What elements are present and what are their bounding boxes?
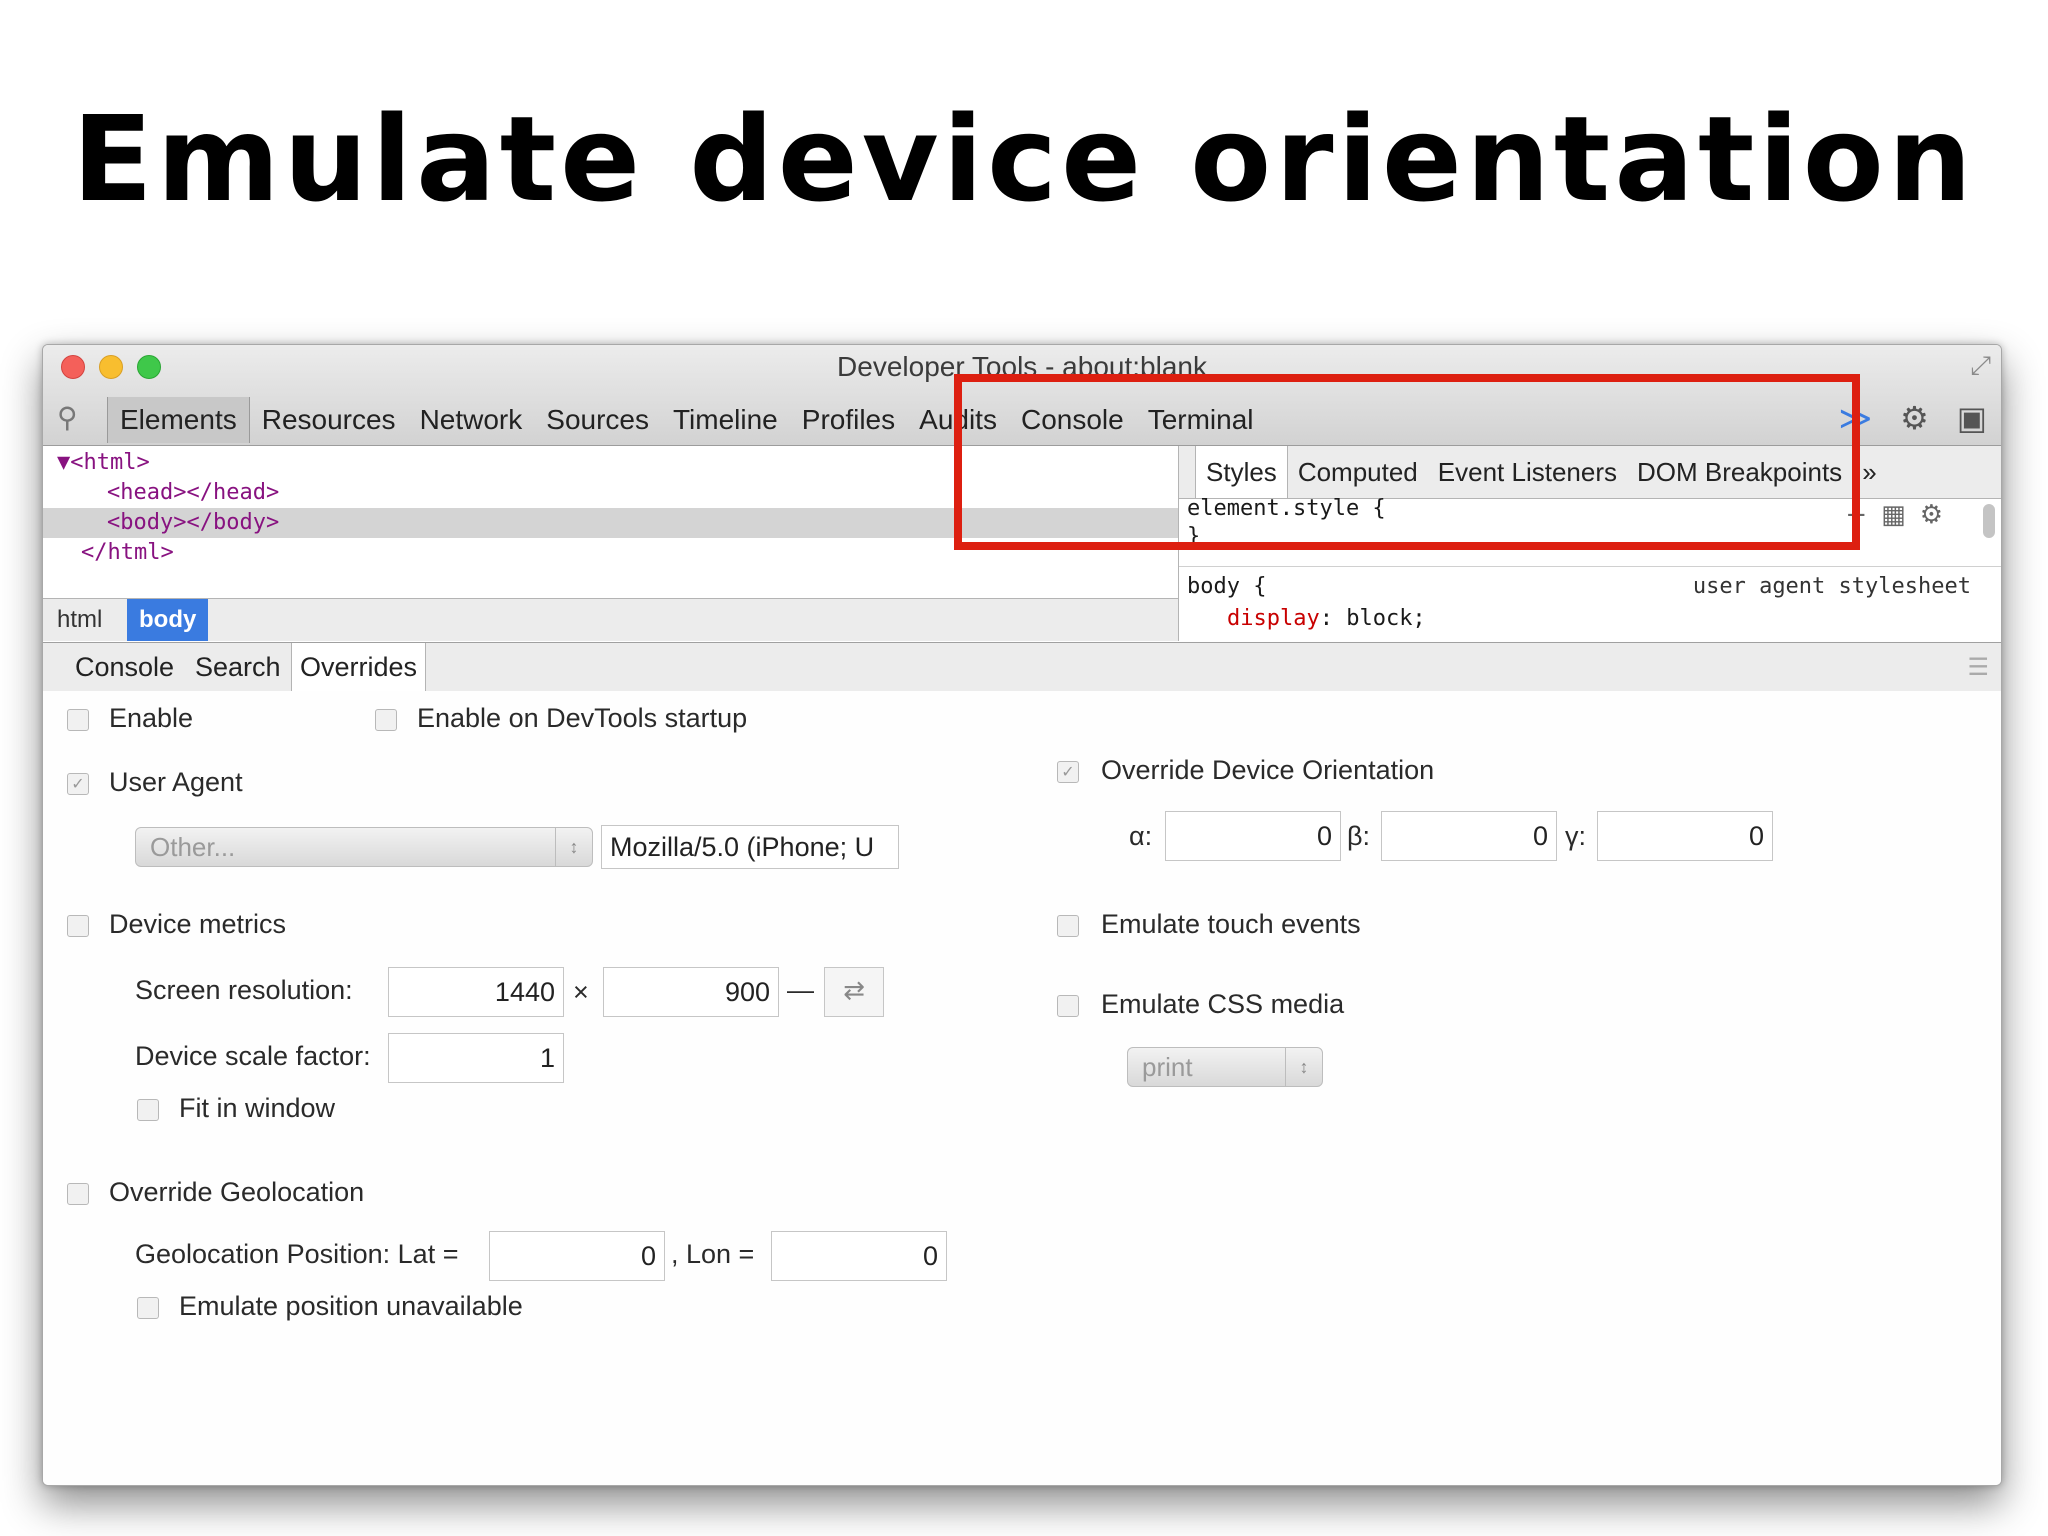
emulate-touch-checkbox[interactable] bbox=[1057, 915, 1079, 937]
rule-source: user agent stylesheet bbox=[1692, 574, 1971, 599]
geolocation-position-label: Geolocation Position: Lat = bbox=[135, 1239, 459, 1269]
tab-timeline[interactable]: Timeline bbox=[661, 397, 790, 443]
gear-icon[interactable]: ⚙ bbox=[1900, 399, 1929, 437]
resolution-width-field[interactable]: 1440 bbox=[388, 967, 564, 1017]
css-property: display bbox=[1227, 606, 1320, 631]
rule-divider bbox=[1179, 566, 2001, 567]
toggle-state-icon[interactable]: ▦ bbox=[1881, 500, 1920, 530]
tab-elements[interactable]: Elements bbox=[107, 397, 250, 443]
emulate-css-media-label: Emulate CSS media bbox=[1101, 989, 1345, 1019]
gamma-label: γ: bbox=[1565, 821, 1587, 851]
resize-icon[interactable]: ⤢ bbox=[1970, 351, 1991, 382]
beta-field[interactable]: 0 bbox=[1381, 811, 1557, 861]
drawer-tab-console[interactable]: Console bbox=[75, 643, 174, 691]
device-scale-field[interactable]: 1 bbox=[388, 1033, 564, 1083]
position-unavailable-label: Emulate position unavailable bbox=[179, 1291, 523, 1321]
overrides-panel: Enable Enable on DevTools startup ✓ User… bbox=[43, 691, 2001, 1485]
breadcrumb-html[interactable]: html bbox=[45, 599, 114, 641]
user-agent-label: User Agent bbox=[109, 767, 243, 797]
override-geolocation-checkbox[interactable] bbox=[67, 1183, 89, 1205]
emulate-css-media-checkbox[interactable] bbox=[1057, 995, 1079, 1017]
search-icon[interactable]: ⚲ bbox=[57, 401, 78, 434]
resolution-height-field[interactable]: 900 bbox=[603, 967, 779, 1017]
enable-startup-label: Enable on DevTools startup bbox=[417, 703, 748, 733]
drawer-tab-bar: Console Search Overrides ☰ bbox=[43, 642, 2001, 692]
tab-resources[interactable]: Resources bbox=[250, 397, 408, 443]
css-declaration[interactable]: display: block; bbox=[1227, 606, 1426, 631]
override-geolocation-label: Override Geolocation bbox=[109, 1177, 365, 1207]
emulate-touch-label: Emulate touch events bbox=[1101, 909, 1361, 939]
user-agent-string-field[interactable]: Mozilla/5.0 (iPhone; U bbox=[601, 825, 899, 869]
user-agent-select[interactable]: Other... ↕ bbox=[135, 827, 593, 867]
swap-icon: ⇄ bbox=[843, 976, 865, 1006]
tab-profiles[interactable]: Profiles bbox=[790, 397, 907, 443]
slide-title: Emulate device orientation bbox=[72, 90, 1976, 228]
device-scale-label: Device scale factor: bbox=[135, 1041, 371, 1071]
select-arrows-icon: ↕ bbox=[1285, 1048, 1322, 1086]
resolution-dash-label: — bbox=[787, 975, 814, 1005]
fit-in-window-checkbox[interactable] bbox=[137, 1099, 159, 1121]
longitude-label: , Lon = bbox=[671, 1239, 755, 1269]
tab-network[interactable]: Network bbox=[408, 397, 535, 443]
enable-startup-checkbox[interactable] bbox=[375, 709, 397, 731]
user-agent-checkbox[interactable]: ✓ bbox=[67, 773, 89, 795]
screen-resolution-label: Screen resolution: bbox=[135, 975, 353, 1005]
device-metrics-checkbox[interactable] bbox=[67, 915, 89, 937]
device-metrics-label: Device metrics bbox=[109, 909, 287, 939]
drawer-resize-icon[interactable]: ☰ bbox=[1967, 653, 1989, 681]
dock-icon[interactable]: ▣ bbox=[1957, 399, 1987, 437]
longitude-field[interactable]: 0 bbox=[771, 1231, 947, 1281]
style-settings-icon[interactable]: ⚙ bbox=[1920, 500, 1957, 530]
gamma-field[interactable]: 0 bbox=[1597, 811, 1773, 861]
toolbar-actions: ≫ ⚙ ▣ bbox=[1839, 399, 1987, 437]
body-rule-selector: body { bbox=[1187, 574, 1267, 599]
alpha-field[interactable]: 0 bbox=[1165, 811, 1341, 861]
override-orientation-checkbox[interactable]: ✓ bbox=[1057, 761, 1079, 783]
latitude-field[interactable]: 0 bbox=[489, 1231, 665, 1281]
breadcrumb-body[interactable]: body bbox=[127, 599, 209, 641]
enable-label: Enable bbox=[109, 703, 194, 733]
alpha-label: α: bbox=[1129, 821, 1153, 851]
swap-dimensions-button[interactable]: ⇄ bbox=[824, 967, 884, 1017]
style-actions: +▦⚙ bbox=[1845, 500, 1957, 530]
override-orientation-label: Override Device Orientation bbox=[1101, 755, 1435, 785]
drawer-tab-overrides[interactable]: Overrides bbox=[291, 643, 427, 691]
css-media-select[interactable]: print ↕ bbox=[1127, 1047, 1323, 1087]
drawer-tab-search[interactable]: Search bbox=[195, 643, 281, 691]
tab-sources[interactable]: Sources bbox=[534, 397, 661, 443]
beta-label: β: bbox=[1347, 821, 1371, 851]
styles-scrollbar[interactable] bbox=[1983, 504, 1995, 538]
position-unavailable-checkbox[interactable] bbox=[137, 1297, 159, 1319]
css-value: : block; bbox=[1319, 606, 1426, 631]
breadcrumb: html body bbox=[43, 598, 1178, 641]
orientation-highlight-box bbox=[954, 374, 1860, 550]
select-arrows-icon: ↕ bbox=[555, 828, 592, 866]
enable-checkbox[interactable] bbox=[67, 709, 89, 731]
resolution-times-label: × bbox=[573, 977, 589, 1007]
fit-in-window-label: Fit in window bbox=[179, 1093, 336, 1123]
